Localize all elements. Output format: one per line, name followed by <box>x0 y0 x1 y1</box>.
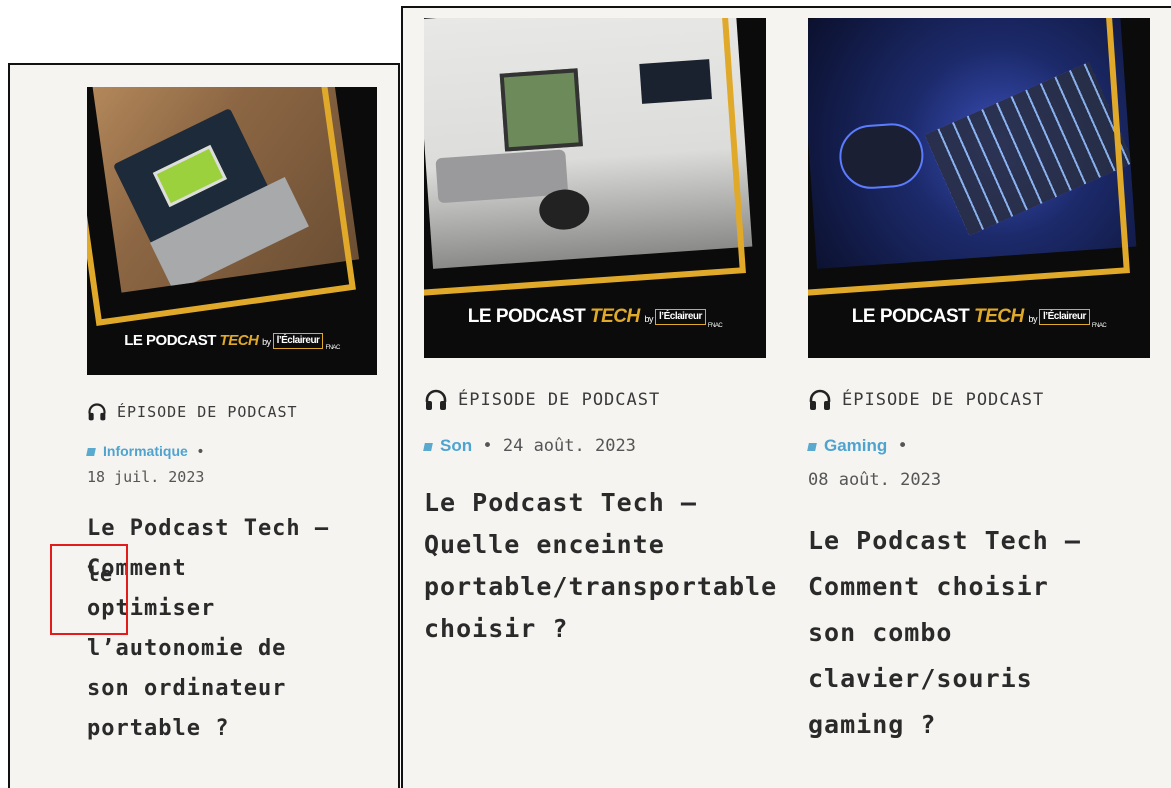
publish-date: 08 août. 2023 <box>808 470 942 490</box>
episode-type: ÉPISODE DE PODCAST <box>87 402 298 422</box>
episode-type: ÉPISODE DE PODCAST <box>808 388 1044 412</box>
category-link[interactable]: Son <box>440 436 472 455</box>
headphones-icon <box>809 389 831 410</box>
podcast-card-gaming[interactable]: LE PODCAST TECH by l’ÉclaireurFNAC ÉPISOD… <box>807 8 1171 788</box>
podcast-panel-right: LE PODCAST TECH by l’ÉclaireurFNAC ÉPISOD… <box>401 6 1171 788</box>
podcast-thumbnail[interactable]: LE PODCAST TECH by l’ÉclaireurFNAC <box>87 87 377 375</box>
podcast-thumbnail[interactable]: LE PODCAST TECH by l’ÉclaireurFNAC <box>808 18 1150 358</box>
podcast-card-informatique[interactable]: LE PODCAST TECH by l’ÉclaireurFNAC ÉPISOD… <box>10 65 398 788</box>
gold-frame <box>808 18 1130 297</box>
category-link[interactable]: Informatique <box>103 443 188 459</box>
category-square-icon <box>807 443 817 451</box>
gold-frame <box>87 87 356 326</box>
episode-title[interactable]: Le Podcast Tech – Quelle enceinte portab… <box>424 482 864 650</box>
category-row: Son • 24 août. 2023 <box>423 436 636 456</box>
category-row: Informatique • <box>86 443 205 460</box>
gold-frame <box>424 18 746 297</box>
publish-date: 18 juil. 2023 <box>87 468 205 486</box>
headphones-icon <box>88 403 106 421</box>
category-link[interactable]: Gaming <box>824 436 887 455</box>
separator-dot: • <box>897 436 908 456</box>
highlight-box <box>50 544 128 635</box>
category-square-icon <box>423 443 433 451</box>
category-square-icon <box>86 448 96 456</box>
separator-dot: • <box>482 436 493 456</box>
separator-dot: • <box>196 444 205 460</box>
episode-title[interactable]: Le Podcast Tech – Comment optimiser l’au… <box>87 509 397 749</box>
podcast-panel-left: LE PODCAST TECH by l’ÉclaireurFNAC ÉPISOD… <box>8 63 400 788</box>
podcast-card-son[interactable]: LE PODCAST TECH by l’ÉclaireurFNAC ÉPISOD… <box>403 8 783 788</box>
podcast-thumbnail[interactable]: LE PODCAST TECH by l’ÉclaireurFNAC <box>424 18 766 358</box>
category-row: Gaming • <box>807 436 908 456</box>
episode-title[interactable]: Le Podcast Tech – Comment choisir son co… <box>808 518 1168 748</box>
podcast-brand-label: LE PODCAST TECH by l’ÉclaireurFNAC <box>851 306 1107 329</box>
publish-date: 24 août. 2023 <box>502 436 636 456</box>
headphones-icon <box>425 389 447 410</box>
podcast-brand-label: LE PODCAST TECH by l’ÉclaireurFNAC <box>124 332 340 351</box>
podcast-brand-label: LE PODCAST TECH by l’ÉclaireurFNAC <box>467 306 723 329</box>
episode-type: ÉPISODE DE PODCAST <box>424 388 660 412</box>
